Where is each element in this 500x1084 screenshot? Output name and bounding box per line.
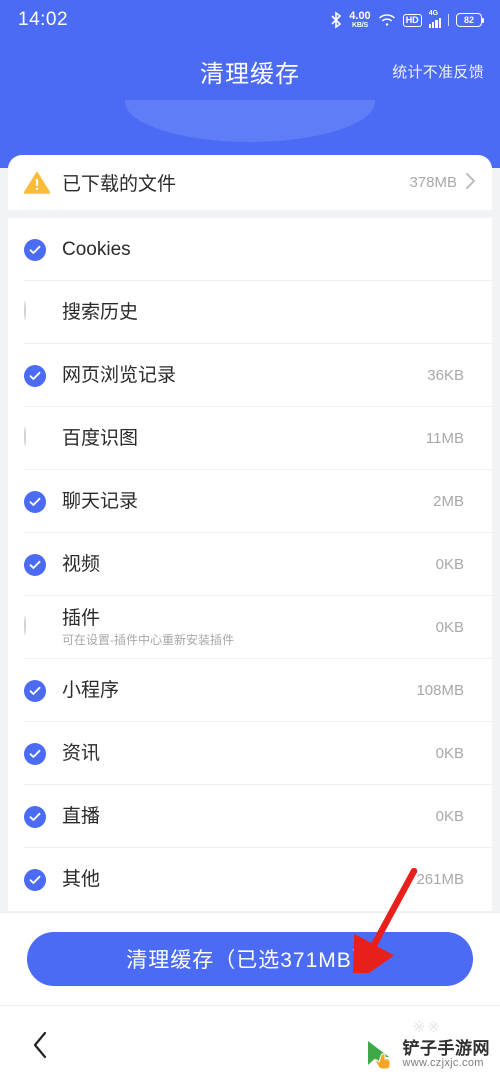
list-item[interactable]: 搜索历史 — [8, 281, 492, 344]
list-item-label: 网页浏览记录 — [62, 364, 177, 386]
downloaded-files-label: 已下载的文件 — [62, 174, 177, 195]
list-item-text: 插件可在设置-插件中心重新安装插件 — [62, 607, 436, 647]
list-item-label: 直播 — [62, 805, 101, 827]
list-item-size: 0KB — [435, 745, 464, 762]
list-item-label: 聊天记录 — [62, 490, 139, 512]
back-chevron-icon[interactable] — [30, 1029, 50, 1061]
list-item-size: 261MB — [416, 871, 464, 888]
header-arc-decoration — [125, 100, 375, 142]
downloaded-files-size: 378MB — [409, 174, 457, 191]
list-item-size: 0KB — [435, 808, 464, 825]
watermark-site-name: 铲子手游网 — [402, 1039, 490, 1059]
checkbox-checked-icon[interactable] — [24, 490, 46, 513]
wifi-icon — [378, 13, 396, 27]
bluetooth-icon — [330, 11, 342, 29]
signal-bars — [428, 17, 441, 28]
list-item-size: 0KB — [435, 619, 464, 636]
list-item[interactable]: Cookies — [8, 218, 492, 281]
title-bar: 清理缓存 统计不准反馈 — [0, 48, 500, 94]
watermark-text: 铲子手游网 www.czjxjc.com — [403, 1040, 491, 1069]
checkbox-checked-icon[interactable] — [24, 805, 46, 828]
list-item[interactable]: 聊天记录 2MB — [8, 470, 492, 533]
cache-item-list: Cookies 搜索历史网页浏览记录 36KB 百度识图 11MB 聊天记录 2MB 视频 0K… — [8, 218, 492, 911]
site-watermark: 铲子手游网 www.czjxjc.com — [363, 1038, 491, 1072]
hd-icon: HD — [402, 13, 422, 27]
list-item-text: 聊天记录 — [62, 490, 433, 514]
status-clock: 14:02 — [18, 9, 69, 30]
checkbox-unchecked-icon[interactable] — [24, 426, 46, 450]
list-item[interactable]: 其他 261MB — [8, 848, 492, 911]
list-item-text: Cookies — [62, 238, 464, 262]
cellular-network-label: 4G — [428, 9, 439, 17]
list-item-size: 108MB — [416, 682, 464, 699]
list-item-label: 百度识图 — [62, 427, 139, 449]
list-item-size: 0KB — [435, 556, 464, 573]
list-item-label: 资讯 — [62, 742, 101, 764]
list-item[interactable]: 资讯 0KB — [8, 722, 492, 785]
app-header: 14:02 4.00 KB/S HD 4G 82 清理缓存 统计不准反馈 — [0, 0, 500, 168]
list-item-size: 11MB — [425, 430, 464, 447]
list-item-label: 其他 — [62, 868, 101, 890]
checkbox-checked-icon[interactable] — [24, 238, 46, 261]
list-item[interactable]: 视频 0KB — [8, 533, 492, 596]
list-item-text: 资讯 — [62, 742, 436, 766]
chevron-right-icon — [465, 172, 476, 193]
watermark-site-url: www.czjxjc.com — [402, 1057, 484, 1070]
downloaded-files-row[interactable]: 已下载的文件 378MB — [8, 155, 492, 218]
checkbox-checked-icon[interactable] — [24, 364, 46, 387]
list-item[interactable]: 网页浏览记录 36KB — [8, 344, 492, 407]
checkbox-checked-icon[interactable] — [24, 553, 46, 576]
list-item[interactable]: 百度识图 11MB — [8, 407, 492, 470]
cellular-signal-icon: 4G — [428, 9, 441, 28]
cursor-arrow-icon — [363, 1038, 397, 1072]
list-item-label: 搜索历史 — [62, 301, 139, 323]
list-item-label: 插件 — [62, 608, 101, 630]
list-item[interactable]: 插件 可在设置-插件中心重新安装插件 0KB — [8, 596, 492, 659]
list-item-text: 直播 — [62, 805, 436, 829]
network-speed-indicator: 4.00 KB/S — [349, 10, 371, 30]
battery-icon: 82 — [456, 13, 484, 27]
clear-cache-button[interactable]: 清理缓存（已选371MB） — [27, 932, 473, 986]
network-speed-value: 4.00 — [349, 10, 371, 22]
checkbox-checked-icon[interactable] — [24, 742, 46, 765]
checkbox-checked-icon[interactable] — [24, 868, 46, 891]
list-item-label: 小程序 — [62, 679, 120, 701]
network-speed-unit: KB/S — [352, 22, 368, 29]
list-item-size: 2MB — [433, 493, 464, 510]
status-bar: 14:02 4.00 KB/S HD 4G 82 — [0, 0, 500, 40]
list-item-text: 百度识图 — [62, 427, 426, 451]
checkbox-unchecked-icon[interactable] — [24, 615, 46, 639]
list-item-text: 搜索历史 — [62, 301, 464, 325]
watermark-ghost-mark: ※※ — [412, 1019, 442, 1036]
list-item-subtitle: 可在设置-插件中心重新安装插件 — [62, 633, 234, 648]
list-item-text: 其他 — [62, 868, 416, 892]
warning-icon — [24, 171, 50, 195]
cache-card: 已下载的文件 378MB Cookies 搜索历史网页浏览记录 36KB 百度识图 11… — [8, 155, 492, 911]
list-item-text: 小程序 — [62, 679, 416, 703]
battery-level-label: 82 — [463, 15, 474, 25]
list-item[interactable]: 直播 0KB — [8, 785, 492, 848]
feedback-link[interactable]: 统计不准反馈 — [392, 61, 484, 82]
list-item[interactable]: 小程序 108MB — [8, 659, 492, 722]
status-icon-group: 4.00 KB/S HD 4G 82 — [330, 9, 484, 30]
list-item-label: Cookies — [62, 238, 131, 260]
checkbox-unchecked-icon[interactable] — [24, 300, 46, 324]
list-item-text: 视频 — [62, 553, 436, 577]
status-divider — [448, 14, 449, 26]
list-item-size: 36KB — [427, 367, 464, 384]
phone-screen: 14:02 4.00 KB/S HD 4G 82 清理缓存 统计不准反馈 已下载… — [0, 0, 500, 1084]
cta-bar: 清理缓存（已选371MB） — [0, 912, 500, 1005]
list-item-label: 视频 — [62, 553, 101, 575]
checkbox-checked-icon[interactable] — [24, 679, 46, 702]
list-item-text: 网页浏览记录 — [62, 364, 427, 388]
